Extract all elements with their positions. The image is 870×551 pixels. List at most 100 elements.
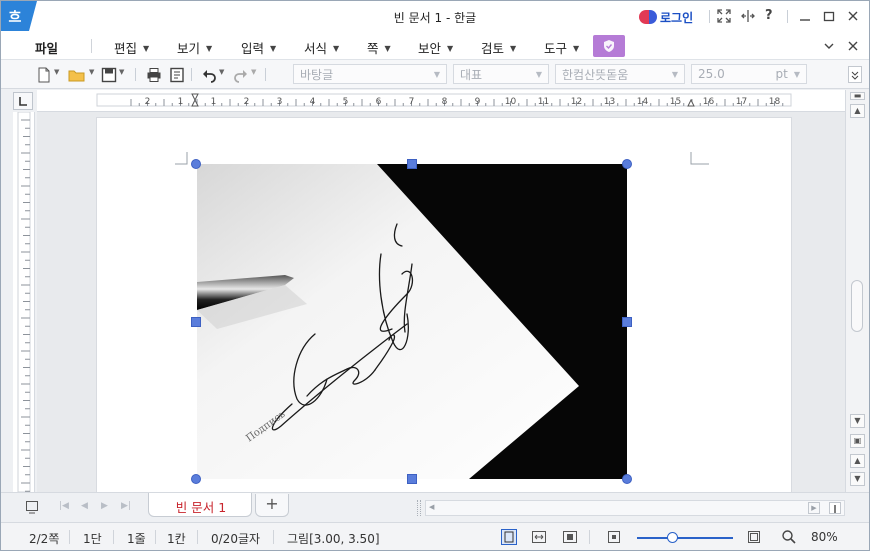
- zoom-level[interactable]: 80%: [811, 530, 838, 544]
- status-page[interactable]: 2/2쪽: [29, 530, 59, 547]
- menu-security[interactable]: 보안 ▼: [418, 38, 453, 57]
- maximize-icon[interactable]: [822, 9, 836, 23]
- style-combo[interactable]: 바탕글 ▼: [293, 64, 447, 84]
- resize-handle-left[interactable]: [191, 317, 201, 327]
- open-folder-icon[interactable]: [68, 67, 86, 82]
- page-view-mode-icon[interactable]: [501, 529, 517, 545]
- menu-page[interactable]: 쪽 ▼: [367, 38, 391, 57]
- zoom-slider[interactable]: [637, 537, 733, 539]
- ruler-label: 8: [442, 97, 448, 107]
- signature-picture[interactable]: Подпись: [197, 164, 627, 479]
- ruler-corner-button[interactable]: [13, 92, 33, 110]
- preview-icon[interactable]: [169, 67, 185, 83]
- close-icon[interactable]: [846, 9, 860, 23]
- menu-view[interactable]: 보기 ▼: [177, 38, 212, 57]
- new-document-icon[interactable]: [37, 67, 51, 83]
- login-button[interactable]: 로그인: [639, 9, 693, 25]
- previous-page-icon[interactable]: ▲: [850, 454, 865, 468]
- divider: [155, 530, 156, 544]
- status-column: 1단: [83, 532, 102, 546]
- scroll-up-icon[interactable]: ▲: [850, 104, 865, 118]
- ruler-scale: [17, 111, 31, 509]
- vertical-ruler[interactable]: [13, 111, 35, 509]
- page-view-icon[interactable]: ▣: [850, 434, 865, 448]
- resize-handle-right[interactable]: [622, 317, 632, 327]
- next-tab-icon[interactable]: ▶: [101, 501, 115, 515]
- scroll-top-icon[interactable]: ▬: [850, 92, 865, 100]
- last-tab-icon[interactable]: ▶|: [121, 501, 135, 515]
- horizontal-scrollbar[interactable]: ◀ ▶: [425, 500, 845, 516]
- split-view-icon[interactable]: [829, 502, 841, 514]
- menu-edit[interactable]: 편집 ▼: [114, 38, 149, 57]
- divider: [69, 530, 70, 544]
- zoom-slider-knob[interactable]: [666, 532, 678, 543]
- fit-page-icon[interactable]: [562, 530, 578, 544]
- splitter-handle[interactable]: [417, 500, 421, 516]
- ruler-label: 12: [571, 97, 582, 107]
- zoom-out-icon[interactable]: [607, 530, 621, 544]
- font-combo[interactable]: 한컴산뜻돋움 ▼: [555, 64, 685, 84]
- scroll-right-icon[interactable]: ▶: [808, 502, 820, 514]
- resize-handle-bottom-left[interactable]: [191, 474, 201, 484]
- toolbar: ▼ ▼ ▼ ▼ ▼ 바탕글 ▼ 대표 ▼ 한컴산뜻돋움 ▼ 25.0 pt ▼: [1, 60, 869, 89]
- chevron-down-icon: ▼: [433, 69, 440, 79]
- resize-handle-bottom-right[interactable]: [622, 474, 632, 484]
- print-icon[interactable]: [146, 67, 162, 82]
- special-feature-button[interactable]: [593, 35, 625, 57]
- chevron-down-icon[interactable]: [822, 39, 836, 53]
- minimize-icon[interactable]: [798, 9, 812, 23]
- horizontal-ruler[interactable]: 2 1 1 2 3 4 5 6 7 8 9 10 11 12 13 14 15 16 17 18: [37, 90, 845, 112]
- redo-icon[interactable]: [233, 67, 249, 83]
- chevron-down-icon[interactable]: ▼: [54, 68, 68, 82]
- toolbar-expand-icon[interactable]: [848, 66, 862, 83]
- menu-format[interactable]: 서식 ▼: [304, 38, 339, 57]
- menu-bar: 파일 편집 ▼ 보기 ▼ 입력 ▼ 서식 ▼ 쪽 ▼ 보안 ▼ 검토 ▼ 도구 ▼: [1, 31, 869, 60]
- scroll-left-icon[interactable]: ◀: [429, 503, 440, 513]
- prev-tab-icon[interactable]: ◀: [81, 501, 95, 515]
- first-tab-icon[interactable]: |◀: [59, 501, 73, 515]
- vertical-scrollbar[interactable]: ▬ ▲ ▼ ▣ ▲ ▼: [845, 90, 869, 492]
- language-combo[interactable]: 대표 ▼: [453, 64, 549, 84]
- scroll-down-icon[interactable]: ▼: [850, 414, 865, 428]
- style-combo-value: 바탕글: [300, 67, 334, 82]
- chevron-down-icon: ▼: [270, 44, 277, 53]
- font-size-combo[interactable]: 25.0 pt ▼: [691, 64, 807, 84]
- ruler-label: 10: [505, 97, 517, 107]
- magnifier-icon[interactable]: [781, 529, 797, 544]
- tab-document-1[interactable]: 빈 문서 1: [148, 493, 252, 517]
- chevron-down-icon: ▼: [447, 44, 454, 53]
- ruler-label: 13: [604, 97, 615, 107]
- window-split-icon[interactable]: [741, 9, 755, 23]
- chevron-down-icon: ▼: [333, 44, 340, 53]
- save-icon[interactable]: [101, 67, 117, 83]
- menu-insert[interactable]: 입력 ▼: [241, 38, 276, 57]
- divider: [197, 530, 198, 544]
- resize-handle-bottom[interactable]: [407, 474, 417, 484]
- menu-file[interactable]: 파일: [35, 38, 58, 57]
- close-document-icon[interactable]: [846, 39, 860, 53]
- chevron-down-icon[interactable]: ▼: [251, 68, 265, 82]
- tab-list-icon[interactable]: [25, 500, 39, 514]
- chevron-down-icon: ▼: [793, 69, 800, 79]
- resize-handle-top[interactable]: [407, 159, 417, 169]
- fullscreen-icon[interactable]: [717, 9, 731, 23]
- zoom-in-icon[interactable]: [747, 530, 761, 544]
- add-tab-button[interactable]: +: [255, 494, 289, 517]
- chevron-down-icon: ▼: [671, 69, 678, 79]
- resize-handle-top-left[interactable]: [191, 159, 201, 169]
- signature-photo: Подпись: [197, 164, 627, 479]
- chevron-down-icon[interactable]: ▼: [119, 68, 133, 82]
- undo-icon[interactable]: [201, 67, 217, 83]
- menu-tools[interactable]: 도구 ▼: [544, 38, 579, 57]
- next-page-icon[interactable]: ▼: [850, 472, 865, 486]
- resize-handle-top-right[interactable]: [622, 159, 632, 169]
- menu-label: 입력: [241, 41, 265, 56]
- chevron-down-icon[interactable]: ▼: [219, 68, 233, 82]
- menu-review[interactable]: 검토 ▼: [481, 38, 516, 57]
- fit-width-icon[interactable]: [531, 530, 547, 544]
- ruler-label: 9: [475, 97, 481, 107]
- divider: [589, 530, 590, 544]
- help-icon[interactable]: ?: [765, 8, 779, 23]
- scroll-thumb[interactable]: [851, 280, 863, 332]
- ruler-label: 14: [637, 97, 649, 107]
